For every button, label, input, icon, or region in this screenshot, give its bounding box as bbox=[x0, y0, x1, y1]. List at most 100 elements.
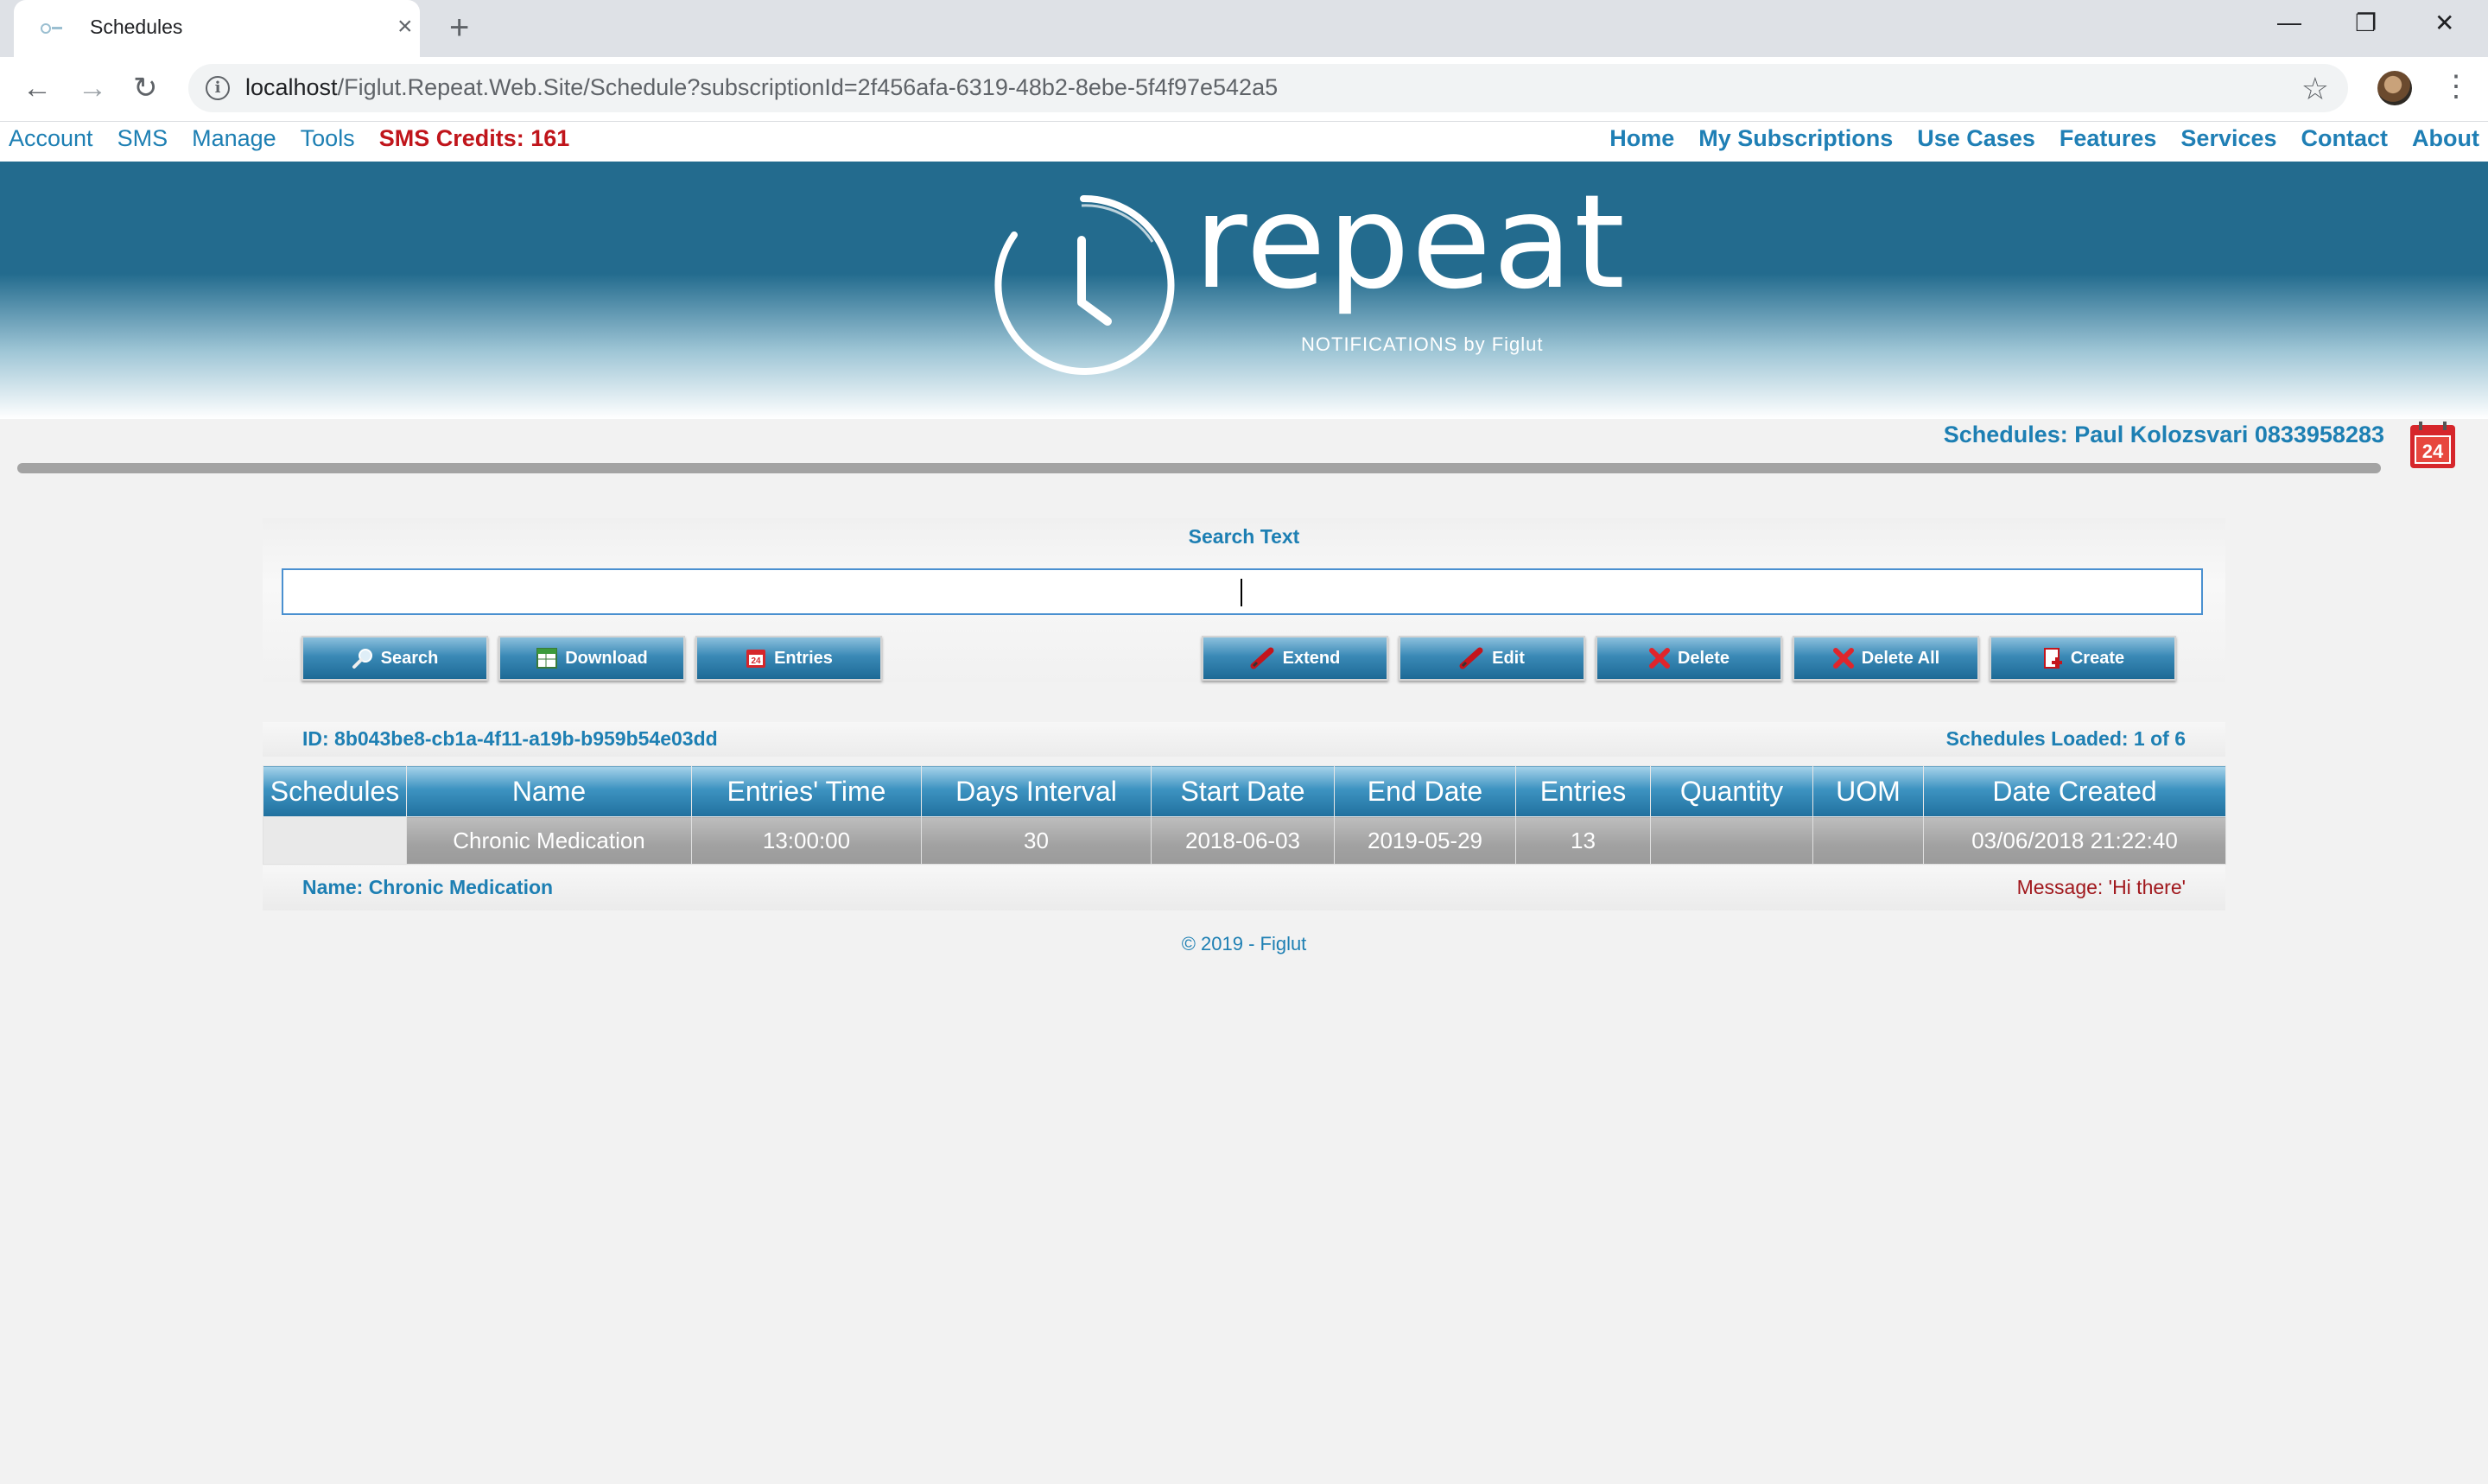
column-header[interactable]: Quantity bbox=[1650, 765, 1813, 817]
favicon-icon bbox=[41, 23, 62, 34]
table-row[interactable]: Chronic Medication 13:00:00 30 2018-06-0… bbox=[263, 816, 2226, 865]
table-cell-quantity[interactable] bbox=[1650, 816, 1813, 865]
window-close-icon[interactable]: ✕ bbox=[2434, 9, 2454, 37]
menu-about[interactable]: About bbox=[2412, 125, 2479, 152]
browser-menu-icon[interactable]: ⋮ bbox=[2441, 69, 2471, 104]
column-header[interactable]: Days Interval bbox=[921, 765, 1152, 817]
table-cell-uom[interactable] bbox=[1812, 816, 1924, 865]
menu-manage[interactable]: Manage bbox=[192, 125, 276, 152]
detail-name: Name: Chronic Medication bbox=[302, 876, 554, 898]
site-top-menu: Account SMS Manage Tools SMS Credits: 16… bbox=[0, 122, 2488, 162]
logo-wordmark: repeat bbox=[1194, 168, 1627, 318]
reload-icon[interactable]: ↻ bbox=[133, 71, 158, 105]
detail-message: Message: 'Hi there' bbox=[2016, 876, 2186, 898]
entries-button-label: Entries bbox=[774, 648, 833, 668]
column-header[interactable]: Entries' Time bbox=[691, 765, 922, 817]
svg-text:24: 24 bbox=[752, 656, 762, 666]
search-area: Search Text Search Download 24 Entries E… bbox=[263, 518, 2225, 682]
menu-account[interactable]: Account bbox=[9, 125, 93, 152]
search-label: Search Text bbox=[1188, 525, 1300, 548]
column-header[interactable]: Name bbox=[406, 765, 692, 817]
red-x-icon bbox=[1832, 648, 1854, 669]
extend-button-label: Extend bbox=[1282, 648, 1341, 668]
url-path: /Figlut.Repeat.Web.Site/Schedule?subscri… bbox=[337, 74, 1279, 100]
add-document-icon bbox=[2043, 648, 2062, 669]
clock-logo-icon bbox=[994, 194, 1175, 375]
table-cell-entries[interactable]: 13 bbox=[1515, 816, 1651, 865]
browser-tab[interactable]: Schedules × bbox=[14, 0, 420, 57]
row-selector-cell[interactable] bbox=[263, 816, 407, 865]
back-icon[interactable]: ← bbox=[22, 71, 52, 105]
menu-use-cases[interactable]: Use Cases bbox=[1917, 125, 2035, 152]
column-header[interactable]: Schedules bbox=[263, 765, 407, 817]
column-header[interactable]: UOM bbox=[1812, 765, 1924, 817]
tab-close-icon[interactable]: × bbox=[397, 14, 413, 40]
profile-avatar[interactable] bbox=[2377, 71, 2412, 105]
download-button-label: Download bbox=[565, 648, 648, 668]
create-button[interactable]: Create bbox=[1990, 636, 2176, 681]
download-button[interactable]: Download bbox=[498, 636, 685, 681]
edit-button-label: Edit bbox=[1492, 648, 1525, 668]
menu-sms[interactable]: SMS bbox=[117, 125, 168, 152]
column-header[interactable]: Entries bbox=[1515, 765, 1651, 817]
spreadsheet-icon bbox=[536, 648, 558, 669]
table-header-row: Schedules Name Entries' Time Days Interv… bbox=[263, 765, 2226, 817]
entries-button[interactable]: 24 Entries bbox=[695, 636, 882, 681]
browser-toolbar: ← → ↻ i localhost/Figlut.Repeat.Web.Site… bbox=[0, 57, 2488, 122]
table-cell-date-created[interactable]: 03/06/2018 21:22:40 bbox=[1923, 816, 2226, 865]
url-text: localhost/Figlut.Repeat.Web.Site/Schedul… bbox=[245, 74, 1278, 101]
browser-tabstrip: Schedules × + — ❐ ✕ bbox=[0, 0, 2488, 57]
bookmark-star-icon[interactable]: ☆ bbox=[2301, 71, 2329, 107]
minimize-icon[interactable]: — bbox=[2277, 9, 2301, 36]
pen-icon bbox=[1459, 647, 1483, 669]
table-cell-name[interactable]: Chronic Medication bbox=[406, 816, 692, 865]
delete-all-button[interactable]: Delete All bbox=[1793, 636, 1979, 681]
logo-subtitle: NOTIFICATIONS by Figlut bbox=[1301, 333, 1544, 355]
schedule-panel: Search Text Search Download 24 Entries E… bbox=[263, 518, 2226, 910]
sms-credits: SMS Credits: 161 bbox=[378, 125, 570, 151]
table-cell-days-interval[interactable]: 30 bbox=[921, 816, 1152, 865]
svg-text:24: 24 bbox=[2422, 441, 2444, 462]
calendar-small-icon: 24 bbox=[746, 650, 766, 668]
detail-row: Name: Chronic Medication Message: 'Hi th… bbox=[263, 866, 2225, 910]
menu-home[interactable]: Home bbox=[1609, 125, 1674, 152]
menu-contact[interactable]: Contact bbox=[2301, 125, 2389, 152]
search-input[interactable] bbox=[282, 568, 2203, 615]
site-info-icon[interactable]: i bbox=[206, 76, 230, 100]
table-cell-entries-time[interactable]: 13:00:00 bbox=[691, 816, 922, 865]
create-button-label: Create bbox=[2070, 648, 2125, 668]
red-x-icon bbox=[1648, 648, 1670, 669]
divider-bar bbox=[17, 463, 2381, 473]
info-row: ID: 8b043be8-cb1a-4f11-a19b-b959b54e03dd… bbox=[263, 722, 2225, 757]
delete-button-label: Delete bbox=[1677, 648, 1730, 668]
schedule-id: ID: 8b043be8-cb1a-4f11-a19b-b959b54e03dd bbox=[302, 727, 718, 750]
menu-services[interactable]: Services bbox=[2180, 125, 2276, 152]
pen-icon bbox=[1250, 647, 1274, 669]
delete-all-button-label: Delete All bbox=[1861, 648, 1940, 668]
column-header[interactable]: End Date bbox=[1334, 765, 1516, 817]
search-button-label: Search bbox=[380, 648, 439, 668]
forward-icon[interactable]: → bbox=[78, 71, 107, 105]
schedules-table: Schedules Name Entries' Time Days Interv… bbox=[263, 765, 2226, 865]
footer-copyright: © 2019 - Figlut bbox=[1181, 933, 1307, 954]
extend-button[interactable]: Extend bbox=[1202, 636, 1388, 681]
menu-features[interactable]: Features bbox=[2060, 125, 2157, 152]
restore-icon[interactable]: ❐ bbox=[2355, 9, 2377, 37]
menu-right: Home My Subscriptions Use Cases Features… bbox=[1609, 125, 2479, 152]
column-header[interactable]: Start Date bbox=[1151, 765, 1335, 817]
search-button[interactable]: Search bbox=[301, 636, 488, 681]
menu-tools[interactable]: Tools bbox=[301, 125, 355, 152]
page-title: Schedules: Paul Kolozsvari 0833958283 bbox=[1943, 422, 2384, 447]
table-cell-start-date[interactable]: 2018-06-03 bbox=[1151, 816, 1335, 865]
table-cell-end-date[interactable]: 2019-05-29 bbox=[1334, 816, 1516, 865]
new-tab-icon[interactable]: + bbox=[449, 10, 469, 45]
edit-button[interactable]: Edit bbox=[1399, 636, 1585, 681]
url-host: localhost bbox=[245, 74, 338, 100]
magnifier-icon bbox=[352, 649, 372, 669]
column-header[interactable]: Date Created bbox=[1923, 765, 2226, 817]
tab-title: Schedules bbox=[90, 16, 183, 38]
delete-button[interactable]: Delete bbox=[1596, 636, 1782, 681]
calendar-icon[interactable]: 24 bbox=[2409, 422, 2457, 470]
address-bar[interactable]: i localhost/Figlut.Repeat.Web.Site/Sched… bbox=[188, 64, 2348, 112]
menu-my-subscriptions[interactable]: My Subscriptions bbox=[1698, 125, 1893, 152]
